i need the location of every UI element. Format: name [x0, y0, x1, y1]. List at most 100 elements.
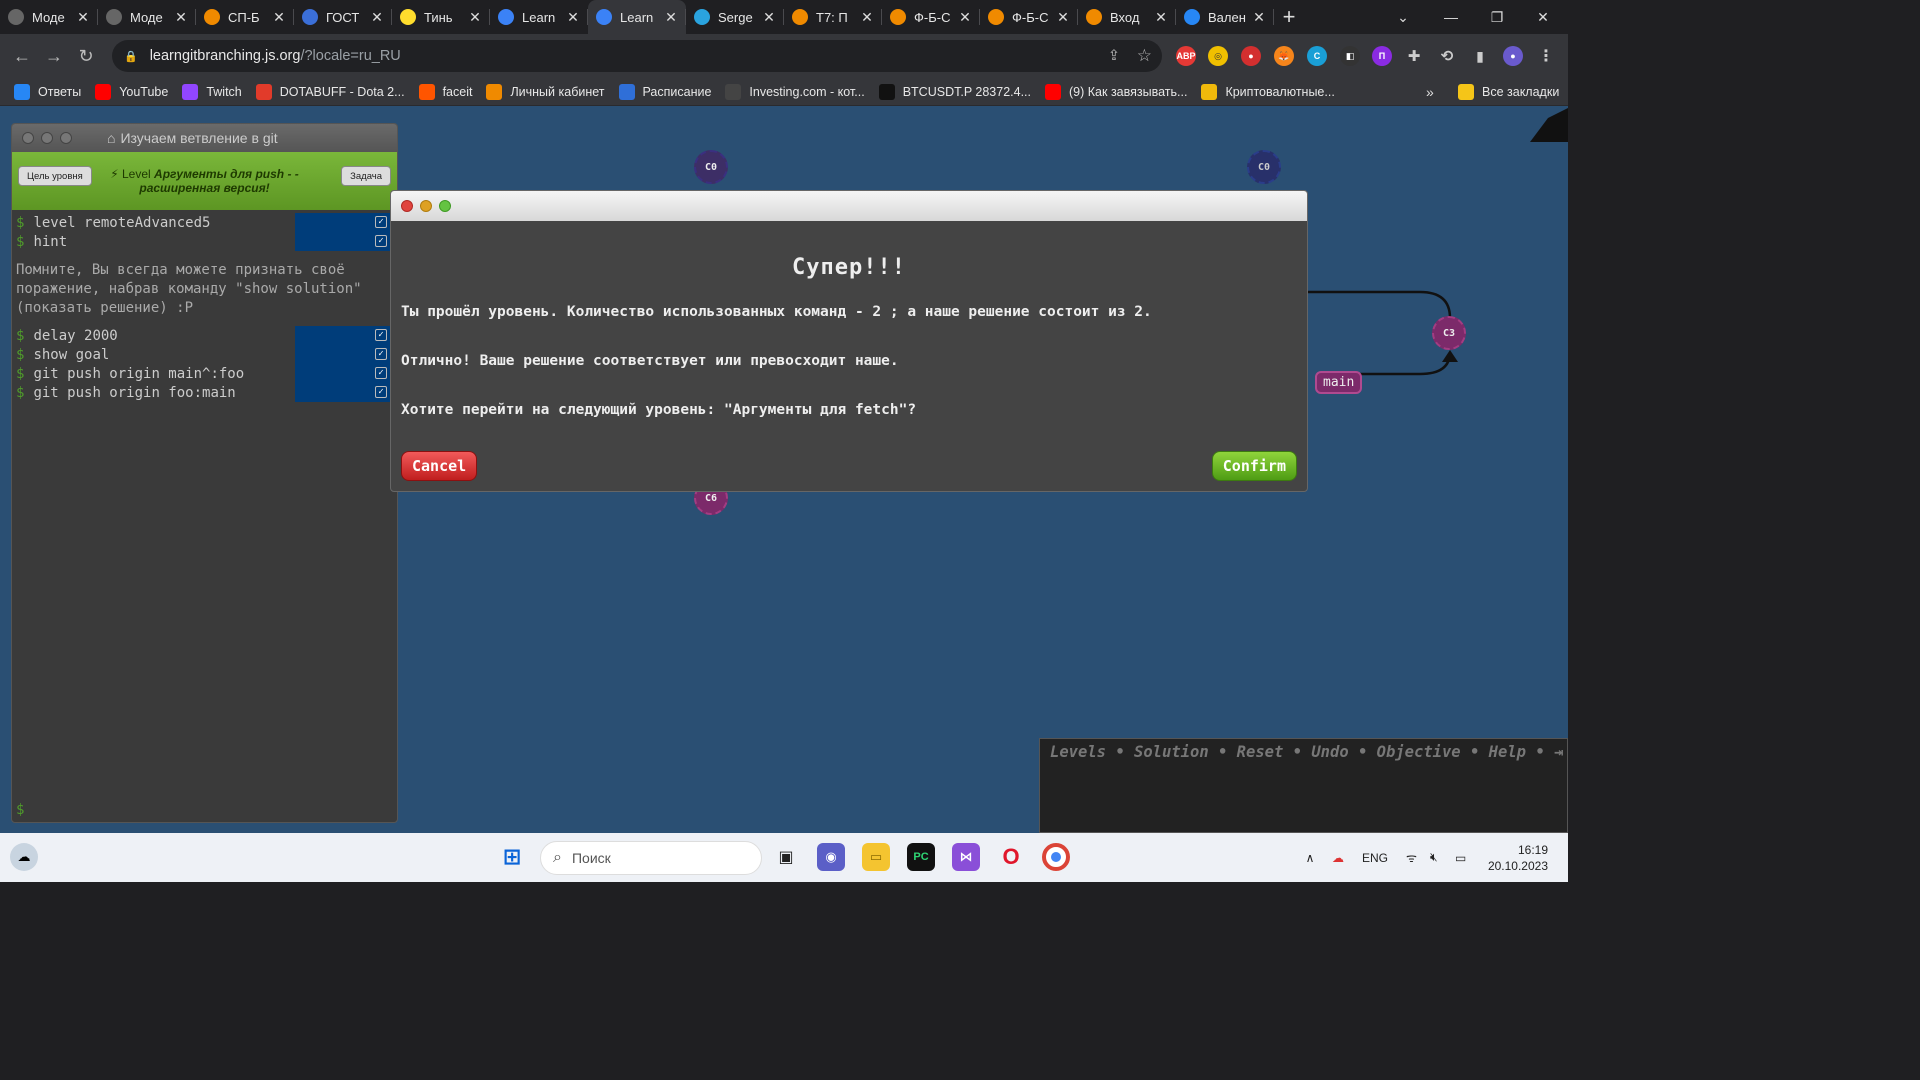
address-bar[interactable]: 🔒 learngitbranching.js.org/?locale=ru_RU… [112, 40, 1162, 72]
new-tab-button[interactable]: + [1274, 4, 1304, 30]
bookmarks-more-icon[interactable]: » [1426, 84, 1434, 100]
bookmark-item[interactable]: Личный кабинет [486, 83, 605, 100]
close-tab-icon[interactable]: ✕ [860, 9, 874, 26]
volume-muted-icon[interactable]: 🔇︎ [1430, 833, 1438, 882]
close-tab-icon[interactable]: ✕ [468, 9, 482, 26]
close-tab-icon[interactable]: ✕ [1056, 9, 1070, 26]
chrome-icon[interactable] [1042, 843, 1070, 871]
close-tab-icon[interactable]: ✕ [566, 9, 580, 26]
minimize-dot-icon[interactable] [41, 132, 53, 144]
terminal-prompt[interactable]: $ [16, 802, 24, 818]
file-explorer-icon[interactable]: ▭ [862, 843, 890, 871]
weather-icon[interactable]: ☁ [10, 843, 38, 871]
profile-avatar[interactable]: ● [1503, 46, 1523, 66]
bookmark-item[interactable]: Ответы [14, 83, 81, 100]
minimize-icon[interactable]: — [1428, 0, 1474, 34]
reset-link[interactable]: Reset [1237, 743, 1284, 761]
taskbar-search[interactable]: ⌕ Поиск [540, 841, 762, 875]
close-tab-icon[interactable]: ✕ [272, 9, 286, 26]
share-icon[interactable]: ⇪ [1108, 48, 1120, 64]
browser-tab[interactable]: Ф-Б-С ✕ [980, 0, 1078, 34]
tab-search-icon[interactable]: ⌄ [1380, 0, 1426, 34]
adblock-icon[interactable]: ABP [1176, 46, 1196, 66]
close-window-icon[interactable]: ✕ [1520, 0, 1566, 34]
extensions-puzzle-icon[interactable]: ✚ [1404, 46, 1424, 66]
undo-link[interactable]: Undo [1311, 743, 1348, 761]
forward-icon[interactable]: → [38, 46, 70, 67]
browser-tab[interactable]: ГОСТ ✕ [294, 0, 392, 34]
minimize-dot-icon[interactable] [420, 200, 432, 212]
extension-purple-icon[interactable]: П [1372, 46, 1392, 66]
commit-node[interactable]: C0 [694, 150, 728, 184]
task-view-icon[interactable]: ▣ [772, 843, 800, 871]
browser-tab[interactable]: Вален ✕ [1176, 0, 1274, 34]
visual-studio-icon[interactable]: ⋈ [952, 843, 980, 871]
objective-link[interactable]: Objective [1377, 743, 1461, 761]
maximize-dot-icon[interactable] [60, 132, 72, 144]
wifi-icon[interactable]: ᯤ [1406, 833, 1417, 882]
confirm-button[interactable]: Confirm [1211, 451, 1297, 481]
sync-icon[interactable]: ⟲ [1437, 46, 1457, 66]
battery-icon[interactable]: ▭ [1455, 833, 1466, 882]
back-icon[interactable]: ← [6, 46, 38, 67]
help-link[interactable]: Help [1489, 743, 1526, 761]
branch-label-main[interactable]: main [1315, 371, 1363, 394]
maximize-dot-icon[interactable] [439, 200, 451, 212]
metamask-icon[interactable]: 🦊 [1274, 46, 1294, 66]
browser-tab[interactable]: T7: П ✕ [784, 0, 882, 34]
start-icon[interactable]: ⊞ [498, 843, 526, 871]
extension-dark-icon[interactable]: ◧ [1340, 46, 1360, 66]
bookmark-star-icon[interactable]: ☆ [1137, 46, 1152, 66]
close-tab-icon[interactable]: ✕ [174, 9, 188, 26]
close-tab-icon[interactable]: ✕ [76, 9, 90, 26]
extension-blue-icon[interactable]: C [1307, 46, 1327, 66]
browser-tab[interactable]: Serge ✕ [686, 0, 784, 34]
commit-node[interactable]: C0 [1247, 150, 1281, 184]
browser-tab[interactable]: Моде ✕ [98, 0, 196, 34]
bookmark-item[interactable]: (9) Как завязывать... [1045, 83, 1187, 100]
browser-tab[interactable]: Ф-Б-С ✕ [882, 0, 980, 34]
cancel-button[interactable]: Cancel [401, 451, 478, 481]
bookmark-item[interactable]: BTCUSDT.P 28372.4... [878, 83, 1031, 100]
levels-link[interactable]: Levels [1050, 743, 1106, 761]
extension-coin-icon[interactable]: ◎ [1208, 46, 1228, 66]
close-tab-icon[interactable]: ✕ [958, 9, 972, 26]
teams-icon[interactable]: ◉ [817, 843, 845, 871]
close-tab-icon[interactable]: ✕ [370, 9, 384, 26]
browser-tab[interactable]: Learn ✕ [490, 0, 588, 34]
goal-button[interactable]: Цель уровня [18, 166, 92, 186]
browser-tab[interactable]: СП-Б ✕ [196, 0, 294, 34]
all-bookmarks[interactable]: Все закладки [1458, 83, 1559, 100]
close-tab-icon[interactable]: ✕ [1252, 9, 1266, 26]
task-button[interactable]: Задача [341, 166, 391, 186]
browser-tab[interactable]: Вход ✕ [1078, 0, 1176, 34]
browser-tab[interactable]: Моде ✕ [0, 0, 98, 34]
close-dot-icon[interactable] [22, 132, 34, 144]
sidepanel-icon[interactable]: ▮ [1470, 46, 1490, 66]
browser-tab[interactable]: Learn ✕ [588, 0, 686, 34]
tray-chevron-icon[interactable]: ∧ [1296, 833, 1324, 882]
bookmark-item[interactable]: faceit [418, 83, 472, 100]
bookmark-item[interactable]: DOTABUFF - Dota 2... [255, 83, 405, 100]
menu-kebab-icon[interactable]: ⋮ [1536, 46, 1556, 66]
bookmark-item[interactable]: Расписание [618, 83, 711, 100]
bookmark-item[interactable]: YouTube [95, 83, 168, 100]
solution-link[interactable]: Solution [1134, 743, 1209, 761]
opera-icon[interactable]: O [997, 843, 1025, 871]
close-tab-icon[interactable]: ✕ [1154, 9, 1168, 26]
close-tab-icon[interactable]: ✕ [664, 9, 678, 26]
close-tab-icon[interactable]: ✕ [762, 9, 776, 26]
exit-icon[interactable]: ⇥ [1554, 743, 1563, 761]
bookmark-item[interactable]: Криптовалютные... [1201, 83, 1335, 100]
bookmark-item[interactable]: Twitch [182, 83, 242, 100]
browser-tab[interactable]: Тинь ✕ [392, 0, 490, 34]
commit-node[interactable]: C3 [1432, 316, 1466, 350]
restore-icon[interactable]: ❐ [1474, 0, 1520, 34]
pycharm-icon[interactable]: PC [907, 843, 935, 871]
clock[interactable]: 16:19 20.10.2023 [1486, 833, 1548, 882]
language-indicator[interactable]: ENG [1362, 833, 1388, 882]
reload-icon[interactable]: ↻ [70, 46, 102, 67]
extension-red-icon[interactable]: ● [1241, 46, 1261, 66]
bookmark-item[interactable]: Investing.com - кот... [725, 83, 865, 100]
onedrive-icon[interactable]: ☁ [1326, 833, 1350, 882]
